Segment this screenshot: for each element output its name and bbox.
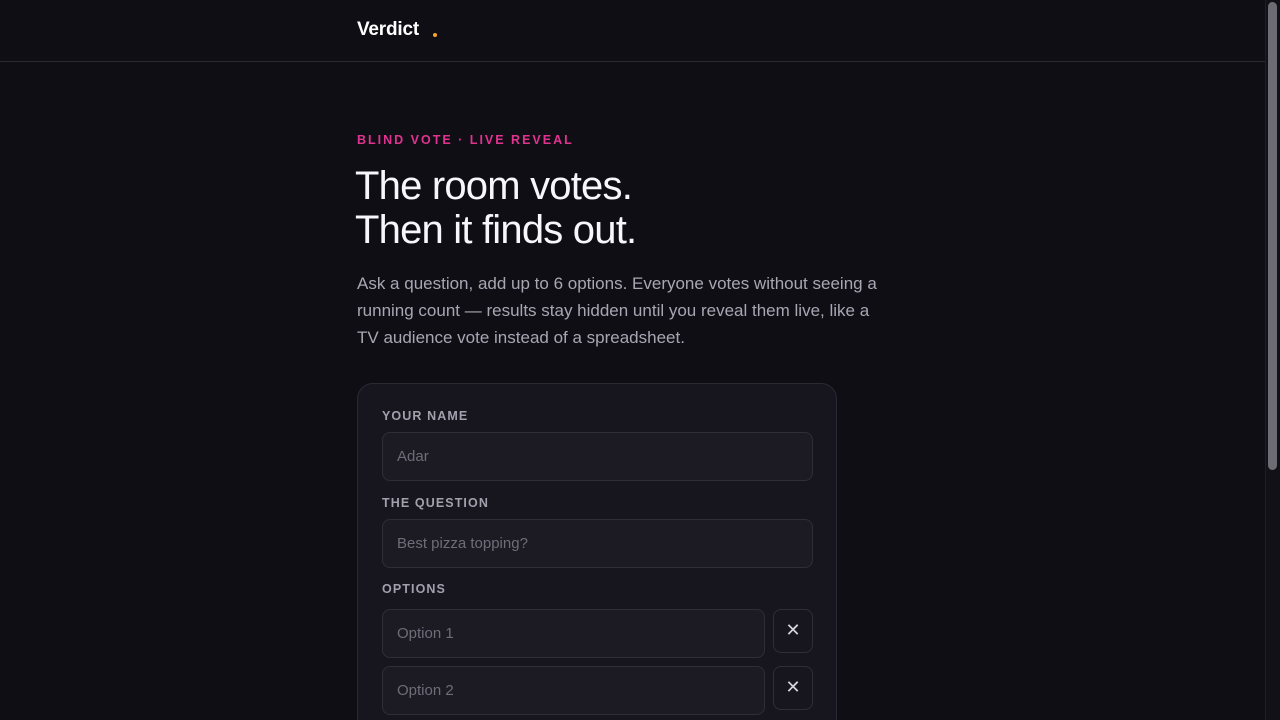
- option-input-1[interactable]: [382, 609, 765, 658]
- name-input[interactable]: [382, 432, 813, 481]
- question-label: THE QUESTION: [382, 496, 489, 510]
- brand-logo[interactable]: Verdict: [357, 19, 419, 41]
- remove-option-1-button[interactable]: ✕: [773, 609, 813, 653]
- close-icon: ✕: [785, 677, 801, 698]
- top-bar: Verdict: [0, 0, 1265, 62]
- hero-eyebrow: BLIND VOTE · LIVE REVEAL: [357, 133, 574, 147]
- brand-accent-dot: [433, 33, 437, 37]
- scrollbar-thumb[interactable]: [1268, 2, 1277, 470]
- remove-option-2-button[interactable]: ✕: [773, 666, 813, 710]
- headline-line-2: Then it finds out.: [355, 208, 637, 252]
- question-input[interactable]: [382, 519, 813, 568]
- hero-intro: Ask a question, add up to 6 options. Eve…: [357, 274, 877, 347]
- name-label: YOUR NAME: [382, 409, 469, 423]
- option-input-2[interactable]: [382, 666, 765, 715]
- headline-line-1: The room votes.: [355, 164, 633, 208]
- options-label: OPTIONS: [382, 582, 446, 596]
- close-icon: ✕: [785, 620, 801, 641]
- hero-headline: The room votes. Then it finds out.: [355, 164, 915, 252]
- create-poll-form: YOUR NAME THE QUESTION OPTIONS ✕ ✕: [357, 383, 837, 720]
